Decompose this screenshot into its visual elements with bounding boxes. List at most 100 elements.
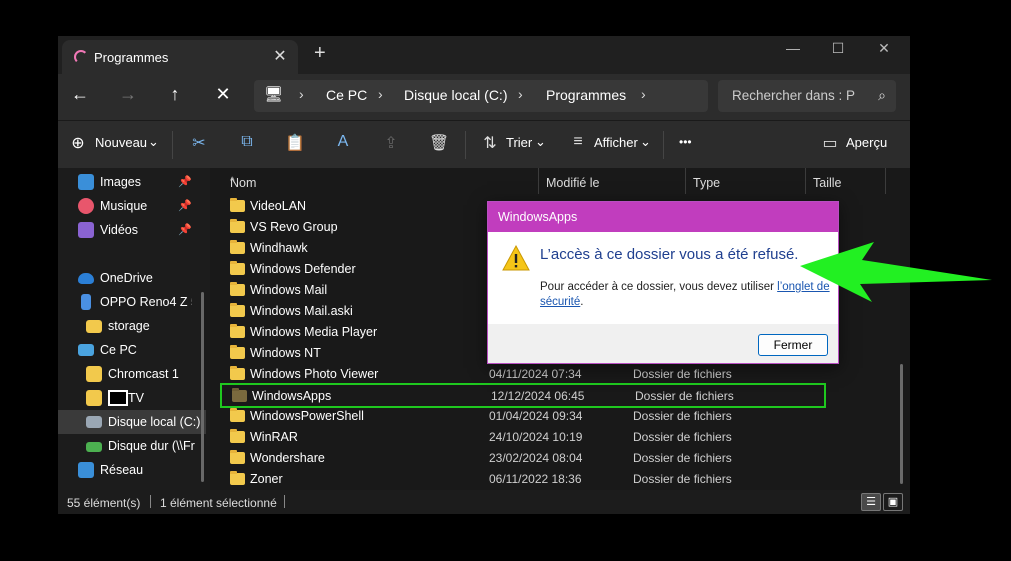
pin-icon: 📌 xyxy=(178,176,192,188)
sidebar-item-tv[interactable]: TV xyxy=(58,386,206,410)
images-icon xyxy=(78,174,94,190)
sidebar-item-ce-pc[interactable]: Ce PC xyxy=(58,338,206,362)
sort-button[interactable]: Trier xyxy=(506,135,532,150)
table-row-windowsapps[interactable]: WindowsApps 12/12/2024 06:45 Dossier de … xyxy=(220,383,826,408)
tab-programmes[interactable]: Programmes ✕ xyxy=(62,40,298,74)
paste-icon[interactable]: 📋 xyxy=(283,133,307,153)
phone-icon xyxy=(81,294,91,310)
sidebar-item-reseau[interactable]: Réseau xyxy=(58,458,206,482)
pin-icon: 📌 xyxy=(178,224,192,236)
column-divider[interactable] xyxy=(538,168,539,194)
rename-icon[interactable]: A xyxy=(331,133,355,151)
file-name: Windows Mail.aski xyxy=(250,304,353,318)
share-icon[interactable]: ⇪ xyxy=(379,133,403,153)
sidebar-item-chromcast[interactable]: Chromcast 1 xyxy=(58,362,206,386)
stop-button[interactable]: ✕ xyxy=(209,84,237,105)
column-label: Taille xyxy=(813,176,842,190)
sidebar-item-storage[interactable]: storage xyxy=(58,314,206,338)
details-view-button[interactable]: ☰ xyxy=(861,493,881,511)
file-name: Windows Photo Viewer xyxy=(250,367,379,381)
delete-icon[interactable]: 🗑 xyxy=(427,133,451,153)
file-name: WindowsPowerShell xyxy=(250,409,364,423)
tab-close-icon[interactable]: ✕ xyxy=(270,46,290,66)
folder-icon xyxy=(230,345,245,359)
sidebar-item-label: Disque local (C:) xyxy=(108,415,200,429)
up-button[interactable]: ↑ xyxy=(161,84,189,105)
sidebar-item-onedrive[interactable]: OneDrive xyxy=(58,266,206,290)
more-options-button[interactable]: ••• xyxy=(679,135,692,149)
dialog-message-text: Pour accéder à ce dossier, vous devez ut… xyxy=(540,281,778,293)
minimize-button[interactable]: — xyxy=(778,40,808,56)
preview-button[interactable]: Aperçu xyxy=(846,135,887,150)
breadcrumb-separator[interactable]: › xyxy=(518,86,523,102)
view-button[interactable]: Afficher xyxy=(594,135,638,150)
access-denied-dialog: WindowsApps L’accès à ce dossier vous a … xyxy=(487,201,839,364)
file-name: Wondershare xyxy=(250,451,325,465)
table-row[interactable]: Windows Photo Viewer 04/11/2024 07:34 Do… xyxy=(220,364,824,385)
breadcrumb-separator[interactable]: › xyxy=(299,86,304,102)
file-modified: 23/02/2024 08:04 xyxy=(489,451,583,465)
search-input[interactable]: Rechercher dans : P ⌕ xyxy=(718,80,896,112)
cut-icon[interactable]: ✂ xyxy=(187,133,211,153)
tiles-view-button[interactable]: ▣ xyxy=(883,493,903,511)
file-modified: 12/12/2024 06:45 xyxy=(491,389,585,403)
column-header-size[interactable]: Taille xyxy=(807,168,885,196)
folder-icon xyxy=(230,450,245,464)
status-divider xyxy=(150,495,151,508)
breadcrumb-separator[interactable]: › xyxy=(378,86,383,102)
breadcrumb-ce-pc[interactable]: Ce PC xyxy=(326,87,367,103)
file-type: Dossier de fichiers xyxy=(633,367,732,381)
table-row[interactable]: Wondershare 23/02/2024 08:04 Dossier de … xyxy=(220,448,824,469)
dialog-heading: L’accès à ce dossier vous a été refusé. xyxy=(540,246,799,263)
sidebar-item-disque-local[interactable]: Disque local (C:) xyxy=(58,410,206,434)
sidebar-item-disque-dur[interactable]: Disque dur (\\Fr xyxy=(58,434,206,458)
file-name: WindowsApps xyxy=(252,389,332,403)
sort-icon: ⇅ xyxy=(483,135,497,152)
toolbar-divider xyxy=(663,131,664,159)
breadcrumb-disque-local[interactable]: Disque local (C:) xyxy=(404,87,507,103)
file-name: Zoner xyxy=(250,472,283,486)
view-icon: ≡ xyxy=(573,133,583,150)
column-label: Modifié le xyxy=(546,176,600,190)
table-row[interactable]: Zoner 06/11/2022 18:36 Dossier de fichie… xyxy=(220,469,824,490)
forward-button[interactable]: → xyxy=(114,84,142,105)
column-header-name[interactable]: Nom ^ xyxy=(224,168,480,196)
new-tab-button[interactable]: + xyxy=(314,42,326,65)
toolbar-divider xyxy=(465,131,466,159)
new-button[interactable]: Nouveau xyxy=(95,135,147,150)
copy-icon[interactable]: ⧉ xyxy=(235,133,259,151)
column-divider[interactable] xyxy=(805,168,806,194)
chevron-down-icon: ⌄ xyxy=(640,134,651,149)
column-divider[interactable] xyxy=(885,168,886,194)
column-header-type[interactable]: Type xyxy=(687,168,805,196)
address-bar-row: ← → ↑ ✕ 🖥 › Ce PC › Disque local (C:) › … xyxy=(58,74,910,120)
breadcrumb[interactable]: 🖥 › Ce PC › Disque local (C:) › Programm… xyxy=(254,80,708,112)
column-divider[interactable] xyxy=(685,168,686,194)
folder-icon xyxy=(232,388,247,402)
close-window-button[interactable]: ✕ xyxy=(869,40,899,57)
sidebar-item-oppo[interactable]: OPPO Reno4 Z 5G xyxy=(58,290,206,314)
breadcrumb-programmes[interactable]: Programmes xyxy=(546,87,626,103)
command-bar: ⊕ Nouveau ⌄ ✂ ⧉ 📋 A ⇪ 🗑 ⇅ Trier ⌄ ≡ Affi… xyxy=(58,120,910,168)
sidebar-item-images[interactable]: Images 📌 xyxy=(58,170,206,194)
close-dialog-button[interactable]: Fermer xyxy=(758,334,828,356)
loading-spinner-icon xyxy=(74,50,88,64)
file-list-scrollbar[interactable] xyxy=(900,364,903,484)
folder-icon xyxy=(230,198,245,212)
file-modified: 24/10/2024 10:19 xyxy=(489,430,583,444)
file-name: Windhawk xyxy=(250,241,308,255)
file-type: Dossier de fichiers xyxy=(635,389,734,403)
column-header-modified[interactable]: Modifié le xyxy=(540,168,680,196)
sidebar-item-label: Ce PC xyxy=(100,343,137,357)
back-button[interactable]: ← xyxy=(66,84,94,105)
maximize-button[interactable]: ☐ xyxy=(823,40,853,57)
tab-title: Programmes xyxy=(94,50,169,65)
table-row[interactable]: WinRAR 24/10/2024 10:19 Dossier de fichi… xyxy=(220,427,824,448)
file-type: Dossier de fichiers xyxy=(633,430,732,444)
sidebar-item-musique[interactable]: Musique 📌 xyxy=(58,194,206,218)
breadcrumb-separator[interactable]: › xyxy=(641,86,646,102)
table-row[interactable]: WindowsPowerShell 01/04/2024 09:34 Dossi… xyxy=(220,406,824,427)
folder-icon xyxy=(230,324,245,338)
sidebar-scrollbar[interactable] xyxy=(201,292,204,482)
sidebar-item-videos[interactable]: Vidéos 📌 xyxy=(58,218,206,242)
